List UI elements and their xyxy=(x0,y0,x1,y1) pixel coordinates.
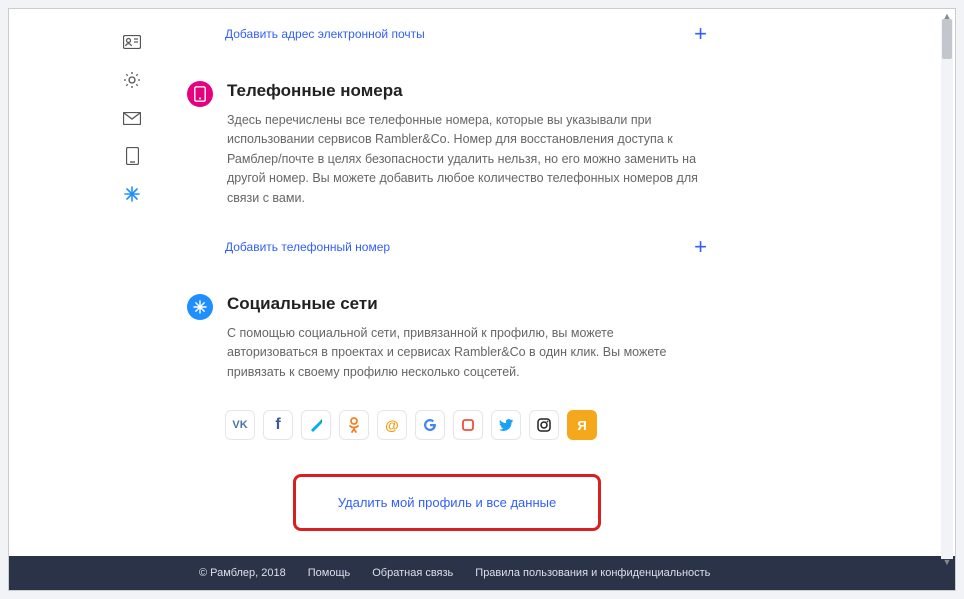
footer: © Рамблер, 2018 Помощь Обратная связь Пр… xyxy=(9,556,955,590)
gear-icon xyxy=(123,71,141,89)
social-networks-row: VK f @ Я xyxy=(187,396,707,460)
sidebar-item-mail[interactable] xyxy=(121,107,143,129)
add-email-row[interactable]: Добавить адрес электронной почты + xyxy=(187,9,707,63)
phones-title: Телефонные номера xyxy=(227,81,707,101)
livejournal-icon xyxy=(309,418,323,432)
delete-profile-button[interactable]: Удалить мой профиль и все данные xyxy=(293,474,601,531)
mailru-icon: @ xyxy=(385,417,399,433)
add-phone-link: Добавить телефонный номер xyxy=(225,240,390,254)
yandex-icon: Я xyxy=(577,418,586,433)
social-section: Социальные сети С помощью социальной сет… xyxy=(187,276,707,396)
social-section-icon xyxy=(187,294,213,320)
square-icon xyxy=(462,419,474,431)
phones-desc: Здесь перечислены все телефонные номера,… xyxy=(227,111,707,208)
social-sberbank-button[interactable] xyxy=(453,410,483,440)
sidebar xyxy=(9,9,167,556)
social-odnoklassniki-button[interactable] xyxy=(339,410,369,440)
social-google-button[interactable] xyxy=(415,410,445,440)
phones-section-icon xyxy=(187,81,213,107)
sidebar-item-profile[interactable] xyxy=(121,31,143,53)
google-icon xyxy=(423,418,437,432)
social-mailru-button[interactable]: @ xyxy=(377,410,407,440)
phones-section: Телефонные номера Здесь перечислены все … xyxy=(187,63,707,222)
social-twitter-button[interactable] xyxy=(491,410,521,440)
social-title: Социальные сети xyxy=(227,294,707,314)
vk-icon: VK xyxy=(232,419,247,431)
viewport: Добавить адрес электронной почты + Телеф… xyxy=(8,8,956,591)
sidebar-item-settings[interactable] xyxy=(121,69,143,91)
sidebar-item-phone[interactable] xyxy=(121,145,143,167)
main-content: Добавить адрес электронной почты + Телеф… xyxy=(167,9,955,556)
snowflake-icon xyxy=(123,185,141,203)
phones-section-body: Телефонные номера Здесь перечислены все … xyxy=(227,81,707,216)
social-livejournal-button[interactable] xyxy=(301,410,331,440)
footer-terms-link[interactable]: Правила пользования и конфиденциальность xyxy=(475,567,710,579)
add-phone-row[interactable]: Добавить телефонный номер + xyxy=(187,222,707,276)
add-email-link: Добавить адрес электронной почты xyxy=(225,27,425,41)
scroll-down-arrow[interactable]: ▼ xyxy=(942,557,952,567)
footer-help-link[interactable]: Помощь xyxy=(308,567,351,579)
scrollbar[interactable]: ▲ ▼ xyxy=(941,19,953,559)
social-desc: С помощью социальной сети, привязанной к… xyxy=(227,324,707,382)
twitter-icon xyxy=(499,419,513,431)
phone-icon xyxy=(126,147,139,165)
footer-feedback-link[interactable]: Обратная связь xyxy=(372,567,453,579)
content-column: Добавить адрес электронной почты + Телеф… xyxy=(187,9,707,555)
social-facebook-button[interactable]: f xyxy=(263,410,293,440)
facebook-icon: f xyxy=(275,416,280,434)
sidebar-item-social[interactable] xyxy=(121,183,143,205)
delete-section: Удалить мой профиль и все данные xyxy=(187,460,707,555)
plus-icon: + xyxy=(694,21,707,47)
plus-icon: + xyxy=(694,234,707,260)
social-section-body: Социальные сети С помощью социальной сет… xyxy=(227,294,707,390)
layout: Добавить адрес электронной почты + Телеф… xyxy=(9,9,955,556)
social-instagram-button[interactable] xyxy=(529,410,559,440)
footer-copyright: © Рамблер, 2018 xyxy=(199,567,286,579)
id-card-icon xyxy=(123,35,141,49)
scroll-thumb[interactable] xyxy=(942,19,952,59)
mail-icon xyxy=(123,112,141,125)
instagram-icon xyxy=(537,418,551,432)
odnoklassniki-icon xyxy=(349,417,359,433)
social-vk-button[interactable]: VK xyxy=(225,410,255,440)
delete-profile-label: Удалить мой профиль и все данные xyxy=(338,495,556,510)
social-yandex-button[interactable]: Я xyxy=(567,410,597,440)
